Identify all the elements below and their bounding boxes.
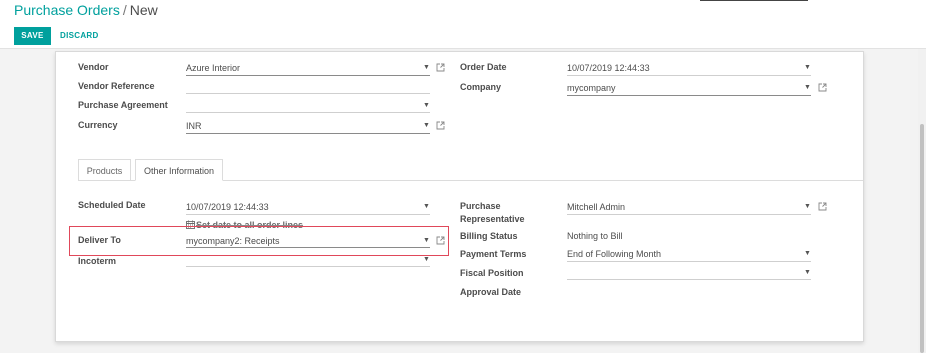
- purchase-agreement-underline: [186, 112, 430, 113]
- currency-input[interactable]: INR: [186, 121, 202, 131]
- order-date-underline: [567, 75, 811, 76]
- caret-down-icon[interactable]: ▼: [423, 122, 430, 129]
- purchase-representative-input[interactable]: Mitchell Admin: [567, 202, 625, 212]
- purchase-representative-label-line1: Purchase: [460, 201, 501, 211]
- caret-down-icon[interactable]: ▼: [423, 102, 430, 109]
- purchase-representative-label-line2: Representative: [460, 214, 525, 224]
- company-label: Company: [460, 82, 502, 92]
- incoterm-label: Incoterm: [78, 256, 117, 266]
- vendor-input[interactable]: Azure Interior: [186, 63, 240, 73]
- save-button[interactable]: SAVE: [14, 27, 51, 45]
- company-input[interactable]: mycompany: [567, 83, 616, 93]
- payment-terms-input[interactable]: End of Following Month: [567, 249, 661, 259]
- currency-underline: [186, 133, 430, 134]
- purchase-agreement-label: Purchase Agreement: [78, 100, 168, 110]
- caret-down-icon[interactable]: ▼: [804, 203, 811, 210]
- vendor-reference-label: Vendor Reference: [78, 81, 155, 91]
- discard-button[interactable]: DISCARD: [60, 27, 99, 45]
- order-date-input[interactable]: 10/07/2019 12:44:33: [567, 63, 650, 73]
- caret-down-icon[interactable]: ▼: [804, 84, 811, 91]
- caret-down-icon[interactable]: ▼: [804, 64, 811, 71]
- incoterm-underline: [186, 266, 430, 267]
- deliver-to-highlight: [69, 226, 449, 256]
- billing-status-value: Nothing to Bill: [567, 231, 623, 241]
- payment-terms-label: Payment Terms: [460, 249, 527, 259]
- breadcrumb-purchase-orders[interactable]: Purchase Orders: [14, 2, 120, 18]
- currency-label: Currency: [78, 120, 118, 130]
- purchase-representative-underline: [567, 214, 811, 215]
- company-underline: [567, 95, 811, 96]
- vendor-reference-underline: [186, 93, 430, 94]
- vendor-underline: [186, 75, 430, 76]
- scheduled-date-input[interactable]: 10/07/2019 12:44:33: [186, 202, 269, 212]
- caret-down-icon[interactable]: ▼: [423, 256, 430, 263]
- breadcrumb-separator: /: [122, 2, 127, 18]
- external-link-icon[interactable]: [436, 63, 445, 72]
- fiscal-position-underline: [567, 279, 811, 280]
- external-link-icon[interactable]: [818, 83, 827, 92]
- scheduled-date-label: Scheduled Date: [78, 200, 146, 210]
- fiscal-position-label: Fiscal Position: [460, 268, 524, 278]
- purchase-representative-label: Purchase Representative: [460, 200, 525, 226]
- external-link-icon[interactable]: [818, 202, 827, 211]
- control-panel: Purchase Orders / New SAVE DISCARD: [0, 0, 926, 49]
- scrollbar-thumb[interactable]: [920, 124, 924, 353]
- caret-down-icon[interactable]: ▼: [423, 203, 430, 210]
- scheduled-date-underline: [186, 214, 430, 215]
- caret-down-icon[interactable]: ▼: [423, 64, 430, 71]
- billing-status-label: Billing Status: [460, 231, 518, 241]
- vendor-label: Vendor: [78, 62, 109, 72]
- external-link-icon[interactable]: [436, 121, 445, 130]
- breadcrumb-current: New: [129, 2, 158, 18]
- breadcrumb: Purchase Orders / New: [14, 2, 158, 18]
- payment-terms-underline: [567, 261, 811, 262]
- caret-down-icon[interactable]: ▼: [804, 269, 811, 276]
- approval-date-label: Approval Date: [460, 287, 522, 297]
- tab-other-information[interactable]: Other Information: [135, 159, 223, 181]
- top-divider: [700, 0, 808, 1]
- order-date-label: Order Date: [460, 62, 507, 72]
- caret-down-icon[interactable]: ▼: [804, 250, 811, 257]
- tab-products[interactable]: Products: [78, 159, 131, 181]
